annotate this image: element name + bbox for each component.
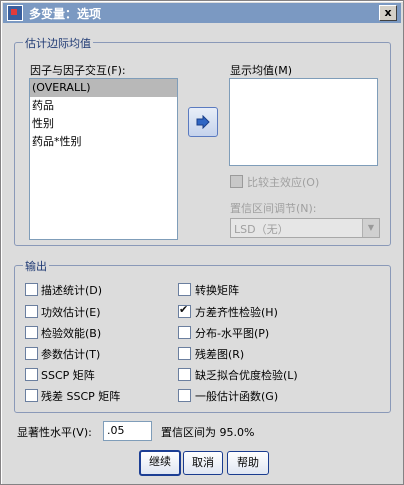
transform-matrix-checkbox[interactable]	[178, 283, 191, 296]
list-item[interactable]: 药品*性别	[30, 133, 177, 151]
residual-plot-label: 残差图(R)	[195, 348, 245, 361]
observed-power-label: 检验效能(B)	[41, 327, 102, 340]
residual-sscp-checkbox[interactable]	[25, 389, 38, 402]
homogeneity-test-checkbox[interactable]	[178, 303, 191, 318]
spread-level-plot-label: 分布-水平图(P)	[195, 327, 270, 340]
observed-power-checkbox[interactable]	[25, 326, 38, 339]
general-estimable-label: 一般估计函数(G)	[195, 390, 279, 403]
display-means-label: 显示均值(M)	[230, 64, 293, 77]
ci-adjust-select[interactable]: LSD（无） ▼	[230, 218, 380, 238]
spread-level-plot-checkbox[interactable]	[178, 326, 191, 339]
parameter-estimates-label: 参数估计(T)	[41, 348, 101, 361]
window-title: 多变量：选项	[29, 6, 102, 21]
arrow-right-icon	[196, 115, 210, 129]
compare-main-effects-label: 比较主效应(O)	[247, 176, 320, 189]
homogeneity-test-label: 方差齐性检验(H)	[195, 306, 278, 319]
lack-of-fit-label: 缺乏拟合优度检验(L)	[195, 369, 298, 382]
display-means-listbox[interactable]	[229, 78, 378, 166]
descriptive-stats-label: 描述统计(D)	[41, 284, 103, 297]
significance-input[interactable]: .05	[103, 421, 152, 441]
app-icon	[7, 5, 23, 21]
chevron-down-icon: ▼	[362, 219, 379, 237]
list-item[interactable]: 药品	[30, 97, 177, 115]
list-item[interactable]: (OVERALL)	[30, 79, 177, 97]
sscp-matrix-label: SSCP 矩阵	[41, 369, 95, 382]
factors-listbox[interactable]: (OVERALL) 药品 性别 药品*性别	[29, 78, 178, 240]
effect-size-checkbox[interactable]	[25, 305, 38, 318]
options-dialog: 多变量：选项 x 估计边际均值 因子与因子交互(F): (OVERALL) 药品…	[0, 0, 404, 485]
ci-adjust-value: LSD（无）	[234, 223, 289, 236]
transform-matrix-label: 转换矩阵	[195, 284, 239, 297]
lack-of-fit-checkbox[interactable]	[178, 368, 191, 381]
descriptive-stats-checkbox[interactable]	[25, 283, 38, 296]
estimate-group-title: 估计边际均值	[23, 35, 93, 51]
title-bar: 多变量：选项 x	[3, 3, 401, 23]
close-button[interactable]: x	[379, 5, 397, 21]
move-right-button[interactable]	[188, 107, 218, 137]
output-group-title: 输出	[23, 258, 49, 274]
help-button[interactable]: 帮助	[227, 451, 269, 475]
residual-plot-checkbox[interactable]	[178, 347, 191, 360]
compare-main-effects-checkbox[interactable]	[230, 175, 243, 188]
residual-sscp-label: 残差 SSCP 矩阵	[41, 390, 121, 403]
ci-text: 置信区间为 95.0%	[161, 426, 255, 439]
ci-adjust-label: 置信区间调节(N):	[230, 202, 317, 215]
parameter-estimates-checkbox[interactable]	[25, 347, 38, 360]
significance-label: 显著性水平(V):	[17, 426, 92, 439]
cancel-button[interactable]: 取消	[183, 451, 223, 475]
effect-size-label: 功效估计(E)	[41, 306, 101, 319]
factors-label: 因子与因子交互(F):	[30, 64, 126, 77]
continue-button[interactable]: 继续	[139, 450, 181, 476]
list-item[interactable]: 性别	[30, 115, 177, 133]
sscp-matrix-checkbox[interactable]	[25, 368, 38, 381]
general-estimable-checkbox[interactable]	[178, 389, 191, 402]
